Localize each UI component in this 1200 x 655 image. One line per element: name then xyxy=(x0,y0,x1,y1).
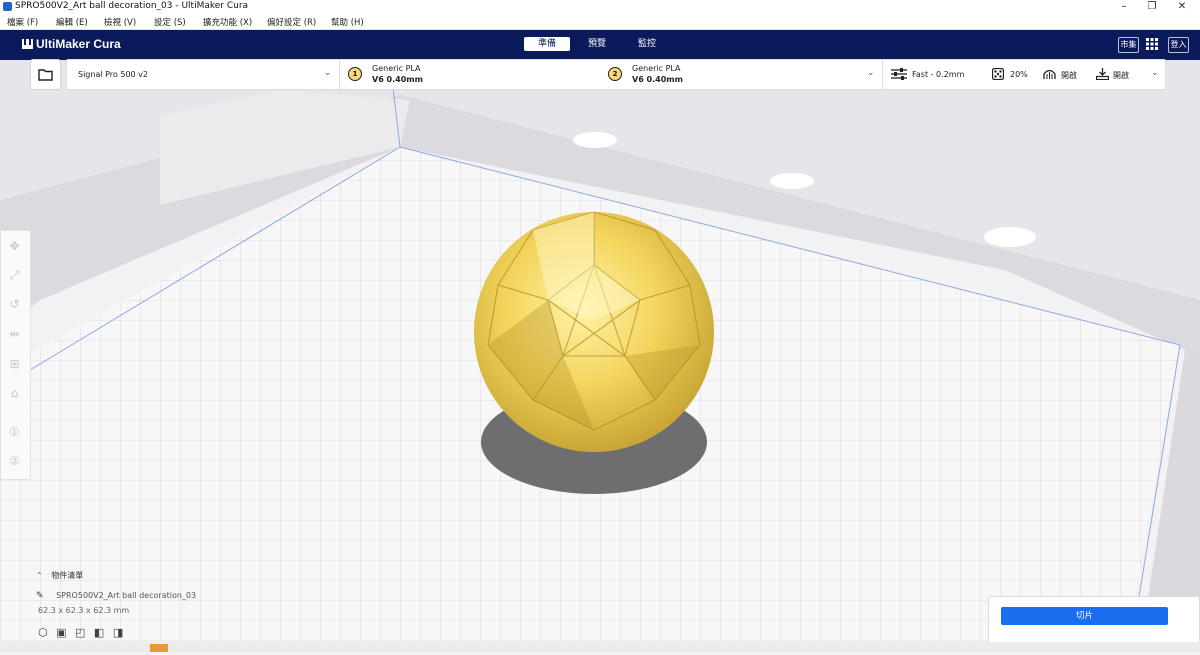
extruder-1-material[interactable]: Generic PLA xyxy=(372,64,421,73)
marketplace-button[interactable]: 市集 xyxy=(1118,37,1139,53)
adhesion-value[interactable]: 開啟 xyxy=(1113,70,1129,81)
menu-help[interactable]: 幫助 (H) xyxy=(331,16,364,28)
taskbar-app-icon[interactable] xyxy=(150,644,168,652)
signin-button[interactable]: 登入 xyxy=(1168,37,1189,53)
support-blocker-icon[interactable]: ⌂ xyxy=(7,386,22,401)
menu-edit[interactable]: 編輯 (E) xyxy=(56,16,88,28)
sliders-icon xyxy=(891,68,907,80)
extruder-1-nozzle[interactable]: V6 0.40mm xyxy=(372,75,423,84)
chevron-down-icon[interactable]: ⌄ xyxy=(1151,68,1159,78)
build-plate-viewport[interactable] xyxy=(0,60,1200,653)
build-volume-render xyxy=(0,60,1200,653)
view-3d-icon[interactable]: ⬡ xyxy=(38,626,48,639)
camera-view-buttons: ⬡ ▣ ◰ ◧ ◨ xyxy=(38,626,123,639)
adhesion-icon xyxy=(1096,68,1109,80)
support-value[interactable]: 開啟 xyxy=(1061,70,1077,81)
stage-prepare-tab[interactable]: 準備 xyxy=(524,37,570,51)
stage-preview-tab[interactable]: 預覽 xyxy=(574,37,620,51)
menu-extensions[interactable]: 擴充功能 (X) xyxy=(203,16,252,28)
view-top-icon[interactable]: ◰ xyxy=(75,626,85,639)
slice-button[interactable]: 切片 xyxy=(1001,607,1168,625)
infill-value[interactable]: 20% xyxy=(1010,70,1028,79)
ultimaker-logo: UltiMaker Cura xyxy=(22,37,121,51)
divider xyxy=(882,60,883,89)
extruder-2-tool-icon[interactable]: ② xyxy=(7,454,22,469)
menu-bar: 檔案 (F) 編輯 (E) 檢視 (V) 設定 (S) 擴充功能 (X) 偏好設… xyxy=(0,14,1200,30)
grid-icon[interactable] xyxy=(1146,38,1158,50)
close-button[interactable]: ✕ xyxy=(1168,0,1196,14)
maximize-button[interactable]: ❐ xyxy=(1138,0,1166,14)
ultimaker-mark-icon xyxy=(22,39,33,49)
view-left-icon[interactable]: ◧ xyxy=(94,626,104,639)
chevron-up-icon: ⌃ xyxy=(36,571,43,580)
per-model-settings-icon[interactable]: ⊞ xyxy=(7,357,22,372)
extruder-1-tool-icon[interactable]: ① xyxy=(7,425,22,440)
menu-view[interactable]: 檢視 (V) xyxy=(104,16,136,28)
printer-selector-label[interactable]: Signal Pro 500 v2 xyxy=(78,70,148,79)
extruder-2-badge: 2 xyxy=(608,67,622,81)
menu-preferences[interactable]: 偏好設定 (R) xyxy=(267,16,316,28)
object-name: SPRO500V2_Art ball decoration_03 xyxy=(56,591,197,600)
stage-monitor-tab[interactable]: 監控 xyxy=(624,37,670,51)
menu-settings[interactable]: 設定 (S) xyxy=(154,16,186,28)
divider xyxy=(339,60,340,89)
dice-icon xyxy=(992,68,1004,80)
window-titlebar: SPRO500V2_Art ball decoration_03 - UltiM… xyxy=(0,0,1200,14)
chevron-down-icon[interactable]: ⌄ xyxy=(324,68,332,78)
view-front-icon[interactable]: ▣ xyxy=(56,626,66,639)
move-tool-icon[interactable]: ✥ xyxy=(7,239,22,254)
extruder-2-material[interactable]: Generic PLA xyxy=(632,64,681,73)
window-title: SPRO500V2_Art ball decoration_03 - UltiM… xyxy=(15,1,249,11)
object-row[interactable]: ✎ SPRO500V2_Art ball decoration_03 xyxy=(36,591,196,601)
scale-tool-icon[interactable]: ⤢ xyxy=(7,268,22,283)
object-list-title: 物件清單 xyxy=(51,571,84,580)
extruder-2-nozzle[interactable]: V6 0.40mm xyxy=(632,75,683,84)
profile-label[interactable]: Fast - 0.2mm xyxy=(912,70,964,79)
tool-panel: ✥ ⤢ ↺ ⇹ ⊞ ⌂ ① ② xyxy=(0,230,31,480)
extruder-1-badge: 1 xyxy=(348,67,362,81)
support-icon xyxy=(1043,69,1056,79)
rotate-tool-icon[interactable]: ↺ xyxy=(7,297,22,312)
slice-panel: 切片 xyxy=(988,596,1200,648)
app-header: UltiMaker Cura 準備 預覽 監控 市集 登入 xyxy=(0,30,1200,60)
brand-name: UltiMaker Cura xyxy=(36,37,121,51)
cura-app-icon xyxy=(3,2,12,11)
taskbar xyxy=(0,642,1200,652)
print-setup-toolbar: Signal Pro 500 v2 ⌄ 1 Generic PLA V6 0.4… xyxy=(66,59,1166,90)
pencil-icon: ✎ xyxy=(36,591,44,601)
object-list-header[interactable]: ⌃ 物件清單 xyxy=(36,570,83,581)
chevron-down-icon[interactable]: ⌄ xyxy=(867,68,875,78)
mirror-tool-icon[interactable]: ⇹ xyxy=(7,327,22,342)
open-file-button[interactable] xyxy=(30,59,61,90)
view-right-icon[interactable]: ◨ xyxy=(113,626,123,639)
object-dimensions: 62.3 x 62.3 x 62.3 mm xyxy=(38,606,130,615)
folder-icon xyxy=(38,69,53,81)
menu-file[interactable]: 檔案 (F) xyxy=(7,16,38,28)
minimize-button[interactable]: – xyxy=(1110,0,1138,14)
